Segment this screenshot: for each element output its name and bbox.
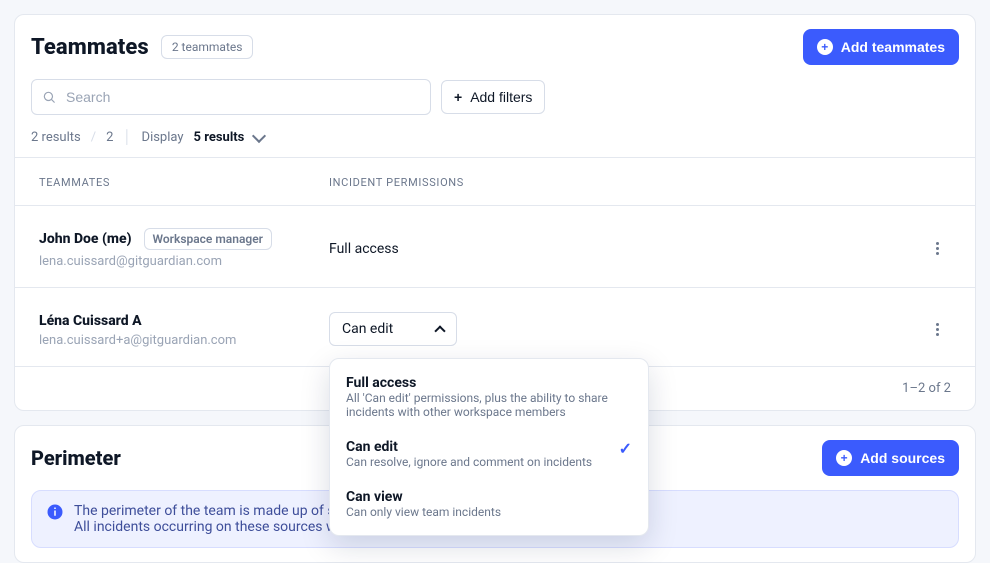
kebab-icon — [936, 323, 939, 336]
display-label: Display — [142, 130, 184, 145]
page-title: Teammates — [31, 35, 149, 60]
results-range: 1–2 of 2 — [902, 381, 951, 396]
plus-icon: + — [454, 89, 462, 105]
plus-circle-icon: + — [836, 450, 852, 466]
teammates-header: Teammates 2 teammates + Add teammates — [15, 15, 975, 73]
add-teammates-label: Add teammates — [841, 39, 945, 55]
teammate-email: lena.cuissard@gitguardian.com — [39, 254, 329, 269]
col-teammates: TEAMMATES — [39, 176, 329, 189]
option-desc: All 'Can edit' permissions, plus the abi… — [346, 391, 632, 419]
option-title: Can view — [346, 489, 501, 505]
kebab-icon — [936, 242, 939, 255]
table-row: John Doe (me) Workspace manager lena.cui… — [15, 205, 975, 287]
add-teammates-button[interactable]: + Add teammates — [803, 29, 959, 65]
chevron-down-icon — [252, 128, 266, 142]
teammates-count-pill: 2 teammates — [161, 35, 254, 59]
role-badge: Workspace manager — [144, 228, 272, 250]
teammates-card: Teammates 2 teammates + Add teammates + … — [14, 14, 976, 411]
option-desc: Can only view team incidents — [346, 505, 501, 519]
add-sources-label: Add sources — [860, 450, 945, 466]
check-icon: ✓ — [619, 439, 632, 458]
info-icon — [46, 503, 64, 521]
col-permissions: INCIDENT PERMISSIONS — [329, 176, 891, 189]
teammate-name: John Doe (me) — [39, 231, 132, 247]
teammates-toolbar: + Add filters — [15, 73, 975, 129]
permission-select[interactable]: Can edit — [329, 312, 457, 346]
row-actions-button[interactable] — [923, 315, 951, 343]
permission-select-value: Can edit — [342, 321, 393, 337]
table-row: Léna Cuissard A lena.cuissard+a@gitguard… — [15, 287, 975, 366]
display-value: 5 results — [194, 130, 245, 145]
add-filters-label: Add filters — [470, 89, 532, 105]
permission-option-can-view[interactable]: Can view Can only view team incidents — [330, 479, 648, 529]
search-input[interactable] — [64, 88, 420, 106]
perimeter-title: Perimeter — [31, 446, 121, 470]
add-sources-button[interactable]: + Add sources — [822, 440, 959, 476]
option-desc: Can resolve, ignore and comment on incid… — [346, 455, 592, 469]
row-actions-button[interactable] — [923, 235, 951, 263]
teammate-email: lena.cuissard+a@gitguardian.com — [39, 333, 329, 348]
search-input-wrapper[interactable] — [31, 79, 431, 115]
results-count: 2 results — [31, 130, 81, 145]
add-filters-button[interactable]: + Add filters — [441, 80, 545, 114]
table-head: TEAMMATES INCIDENT PERMISSIONS — [15, 157, 975, 205]
plus-circle-icon: + — [817, 39, 833, 55]
display-select[interactable]: 5 results — [194, 130, 264, 145]
results-meta: 2 results / 2 │ Display 5 results — [15, 129, 975, 157]
option-title: Can edit — [346, 439, 592, 455]
permission-option-can-edit[interactable]: Can edit Can resolve, ignore and comment… — [330, 429, 648, 479]
permission-dropdown[interactable]: Full access All 'Can edit' permissions, … — [329, 358, 649, 536]
permission-option-full-access[interactable]: Full access All 'Can edit' permissions, … — [330, 365, 648, 429]
teammate-name: Léna Cuissard A — [39, 313, 142, 329]
permission-text: Full access — [329, 241, 891, 257]
option-title: Full access — [346, 375, 632, 391]
chevron-up-icon — [434, 325, 445, 336]
results-total: 2 — [106, 130, 113, 145]
search-icon — [42, 90, 56, 104]
